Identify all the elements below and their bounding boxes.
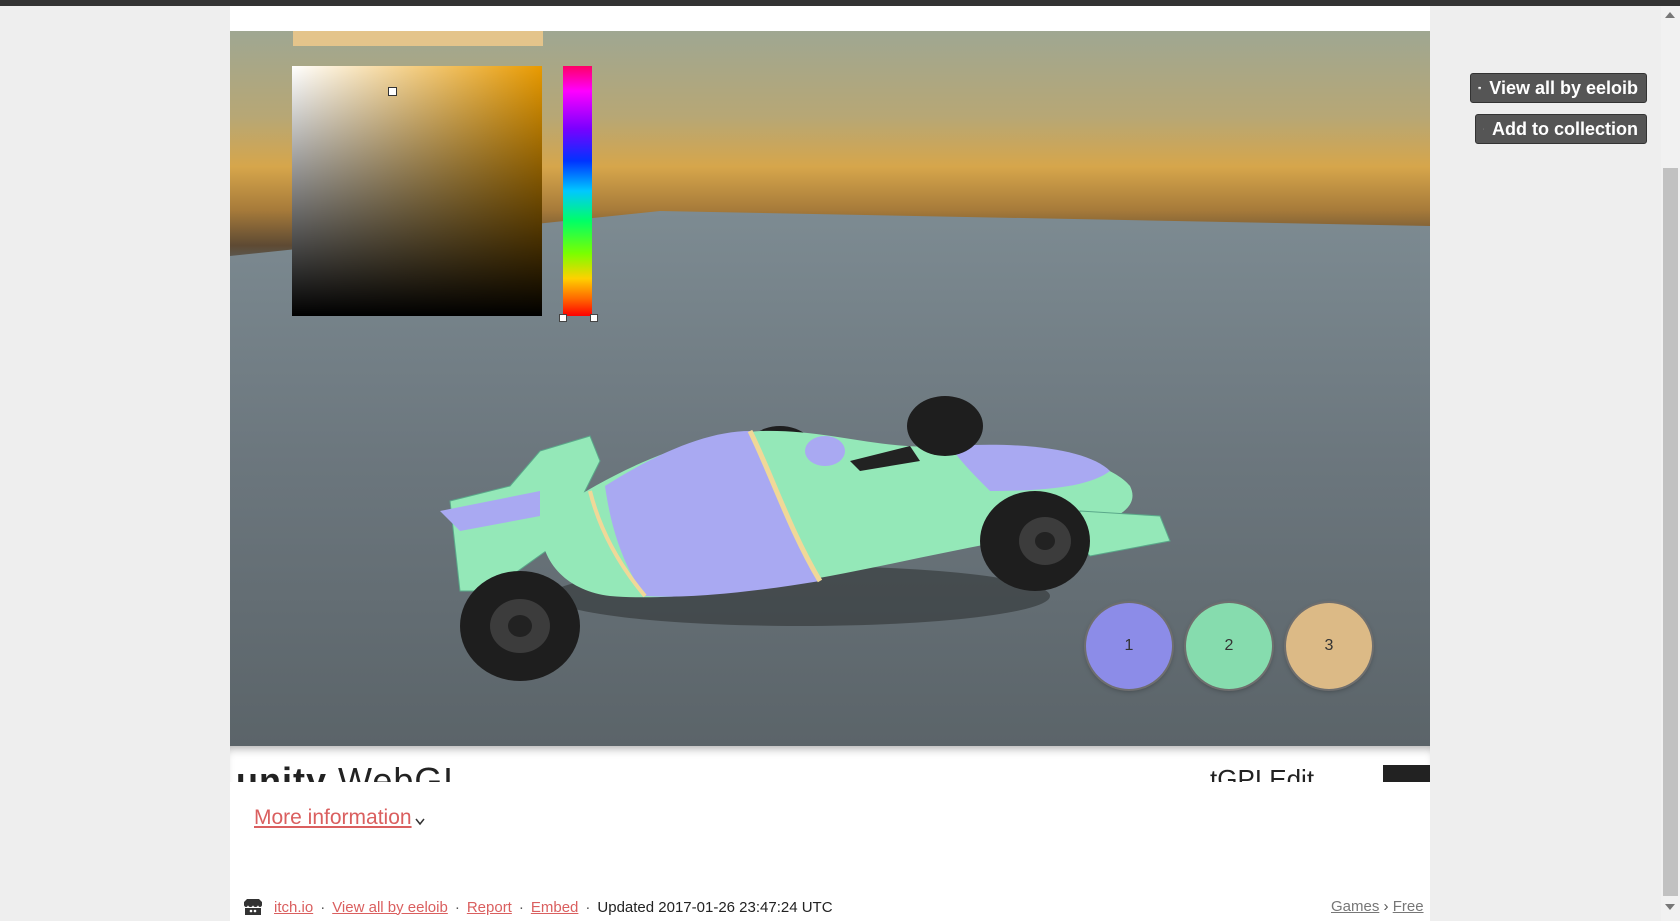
saturation-value-picker[interactable]: [292, 66, 542, 316]
unity-webgl-logo: unity WebGL: [236, 760, 465, 782]
unity-webgl-footer: unity WebGL tGPI Edit: [230, 746, 1430, 782]
fullscreen-button[interactable]: [1383, 765, 1430, 782]
more-information-link[interactable]: More information: [254, 806, 412, 830]
unity-footer-title: tGPI Edit: [1210, 764, 1315, 782]
footer-view-all-link[interactable]: View all by eeloib: [332, 899, 448, 916]
scroll-up-arrow-icon[interactable]: [1665, 12, 1675, 18]
updated-timestamp: Updated 2017-01-26 23:47:24 UTC: [597, 898, 833, 916]
game-footer-links: itch.io · View all by eeloib · Report · …: [242, 897, 833, 917]
footer-embed-link[interactable]: Embed: [531, 899, 579, 916]
breadcrumb-free-link[interactable]: Free: [1393, 898, 1424, 915]
sv-cursor-handle[interactable]: [388, 87, 397, 96]
scroll-down-arrow-icon[interactable]: [1665, 904, 1675, 910]
footer-separator: ·: [454, 898, 460, 916]
palette-button-3[interactable]: 3: [1286, 603, 1372, 689]
breadcrumb-games-link[interactable]: Games: [1331, 898, 1379, 915]
breadcrumb: Games › Free: [1331, 898, 1424, 915]
loading-bar-remnant: [293, 31, 543, 46]
itch-io-icon: [1478, 86, 1481, 90]
scrollbar-thumb[interactable]: [1663, 168, 1678, 896]
palette-button-1[interactable]: 1: [1086, 603, 1172, 689]
footer-report-link[interactable]: Report: [467, 899, 512, 916]
footer-separator: ·: [518, 898, 524, 916]
chevron-down-icon[interactable]: [415, 816, 425, 826]
add-to-list-icon: [1483, 128, 1484, 130]
add-to-collection-label: Add to collection: [1492, 118, 1638, 139]
footer-separator: ·: [320, 898, 326, 916]
hue-handle-left[interactable]: [559, 314, 567, 322]
itch-io-logo-icon[interactable]: [242, 898, 264, 916]
footer-itchio-link[interactable]: itch.io: [274, 899, 313, 916]
breadcrumb-separator: ›: [1383, 898, 1389, 915]
hue-handle-right[interactable]: [590, 314, 598, 322]
game-canvas[interactable]: 1 2 3: [230, 31, 1430, 746]
view-all-label: View all by eeloib: [1489, 77, 1638, 98]
add-to-collection-button[interactable]: Add to collection: [1475, 114, 1647, 144]
palette-button-2[interactable]: 2: [1186, 603, 1272, 689]
footer-separator: ·: [585, 898, 591, 916]
page-scrollbar[interactable]: [1661, 6, 1680, 921]
hue-slider[interactable]: [559, 66, 598, 322]
view-all-by-author-button[interactable]: View all by eeloib: [1470, 73, 1647, 103]
f1-car-model: [440, 396, 1171, 681]
